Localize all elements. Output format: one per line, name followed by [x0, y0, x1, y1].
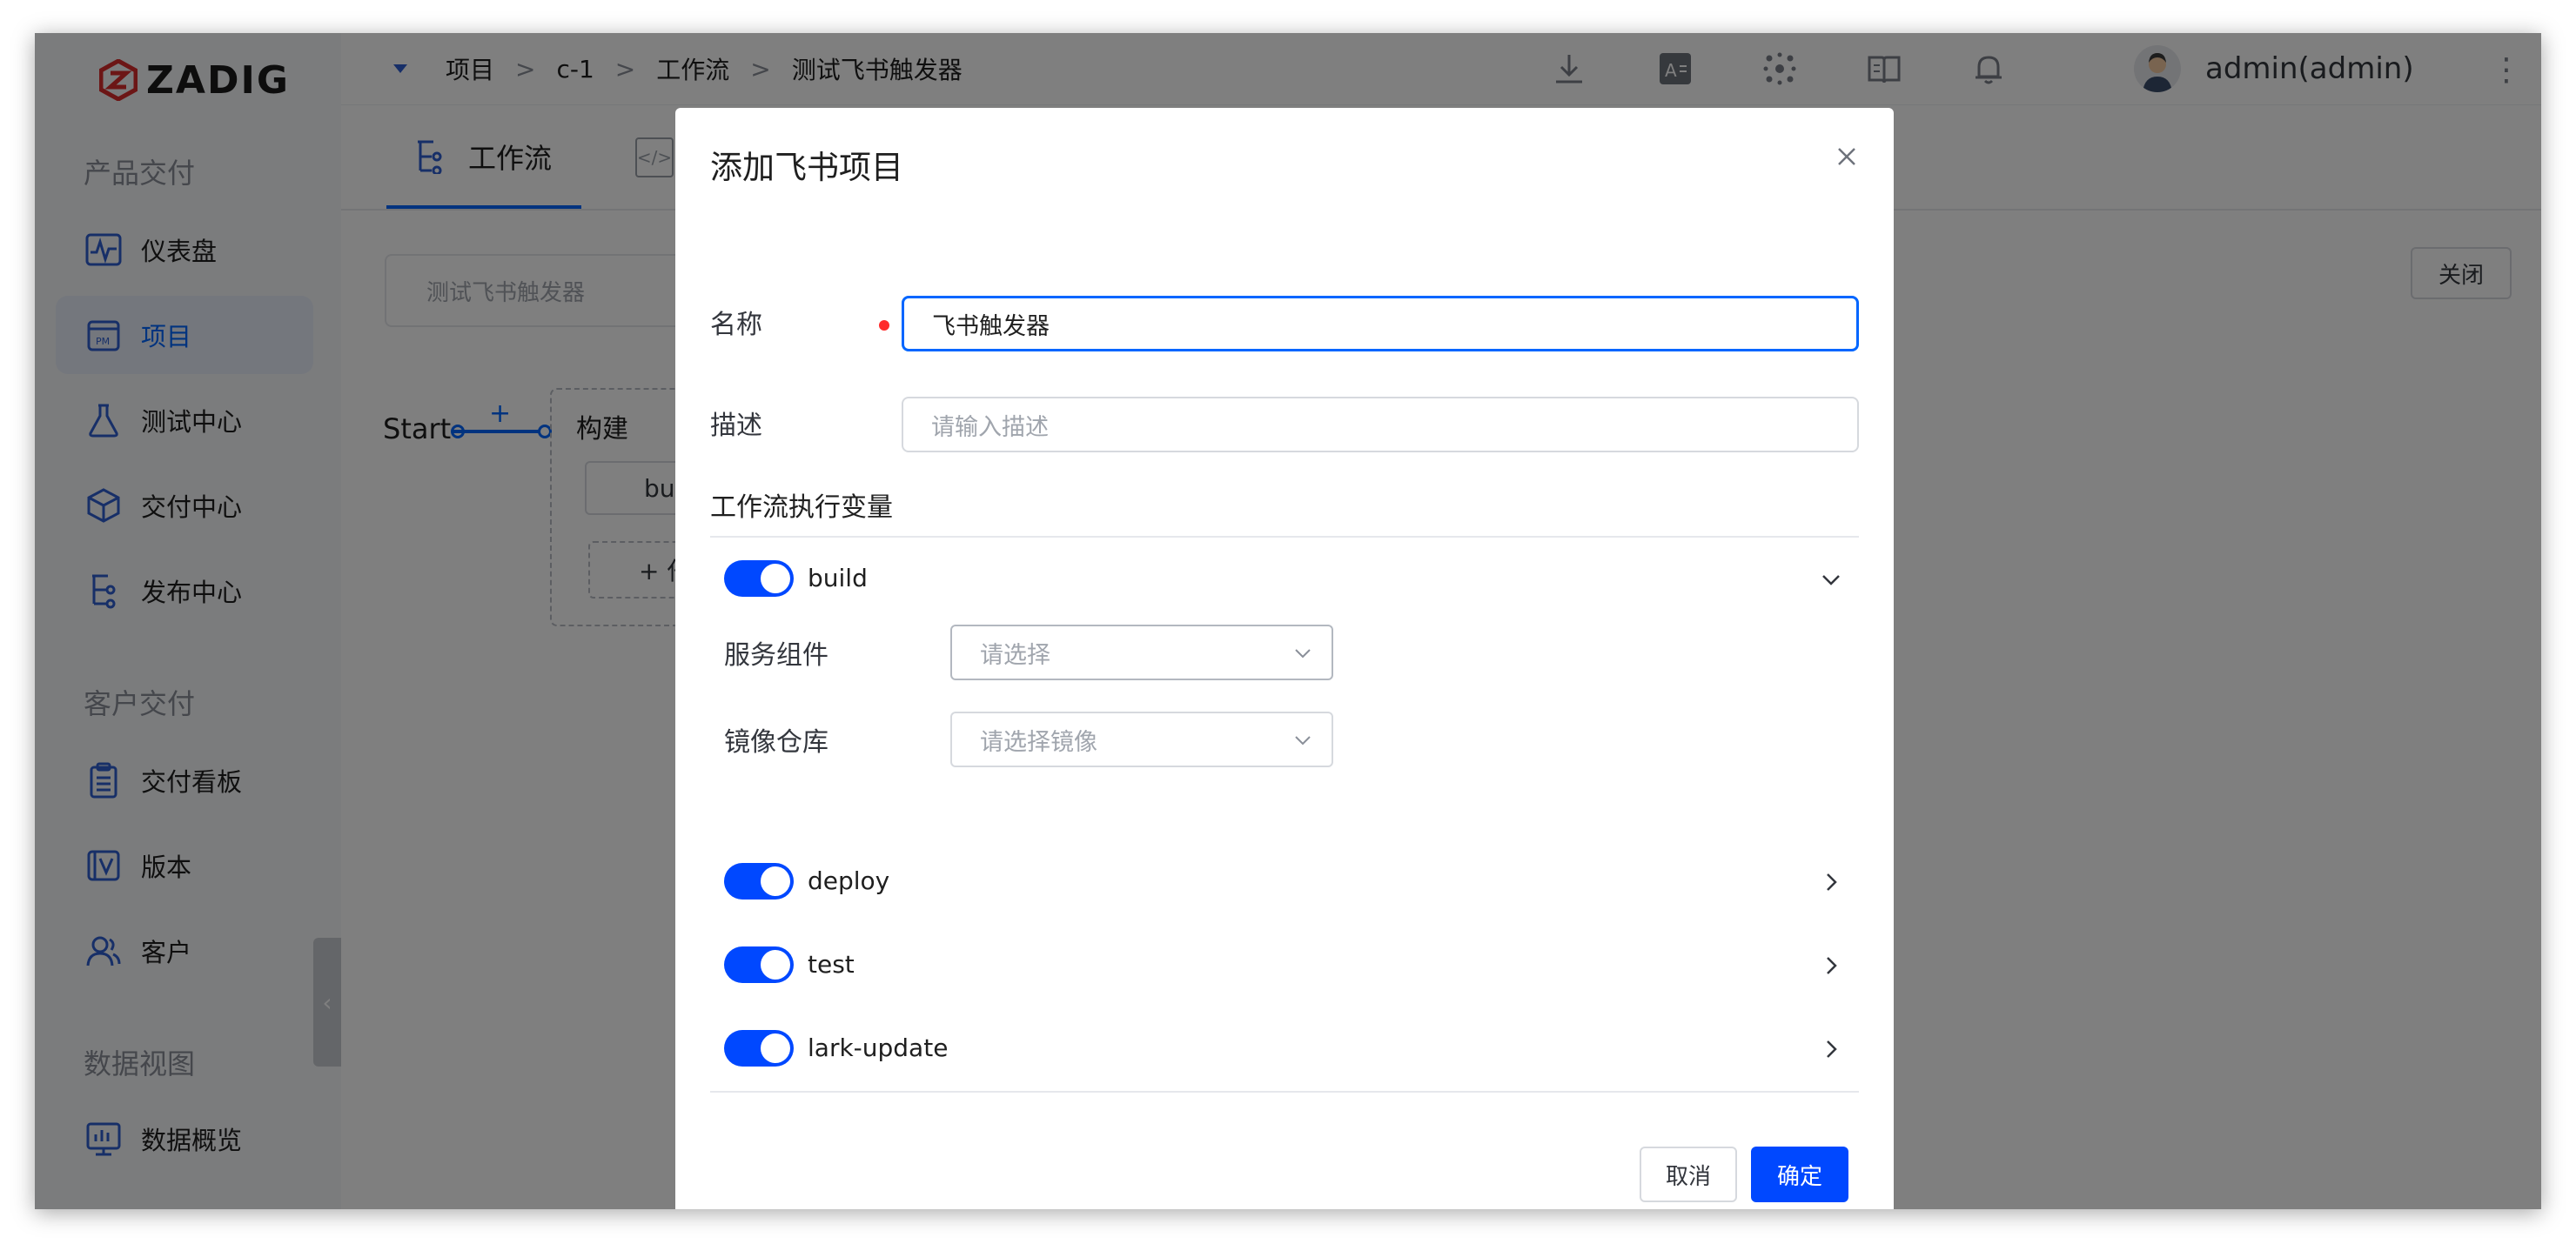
variable-name: lark-update	[808, 1033, 949, 1062]
test-toggle[interactable]	[724, 946, 794, 983]
confirm-button[interactable]: 确定	[1751, 1147, 1848, 1202]
description-label: 描述	[710, 411, 762, 441]
build-toggle[interactable]	[724, 560, 794, 597]
required-indicator	[879, 320, 889, 331]
divider	[710, 536, 1859, 538]
chevron-right-icon[interactable]	[1821, 1039, 1841, 1060]
dialog-title: 添加飞书项目	[710, 149, 903, 186]
divider	[710, 1091, 1859, 1093]
add-lark-project-dialog: 添加飞书项目 名称 飞书触发器 描述 请输入描述 工作流执行变量 build 服…	[675, 108, 1894, 1209]
chevron-down-icon	[1295, 736, 1311, 746]
lark-update-toggle[interactable]	[724, 1030, 794, 1067]
select-placeholder: 请选择镜像	[980, 728, 1097, 756]
select-placeholder: 请选择	[980, 641, 1050, 669]
description-input[interactable]: 请输入描述	[902, 397, 1859, 452]
name-label: 名称	[710, 310, 762, 340]
image-registry-select[interactable]: 请选择镜像	[950, 712, 1333, 767]
variable-name: test	[808, 950, 855, 979]
service-component-label: 服务组件	[724, 640, 828, 671]
close-icon[interactable]	[1831, 141, 1862, 172]
app-window: ZADIG 产品交付 仪表盘 PM 项目 测试中心 交付中心 发布中心 客户交付…	[35, 33, 2541, 1209]
chevron-right-icon[interactable]	[1821, 955, 1841, 976]
variable-name: deploy	[808, 866, 890, 895]
chevron-down-icon[interactable]	[1821, 569, 1841, 590]
deploy-toggle[interactable]	[724, 863, 794, 900]
toggle-knob	[761, 564, 790, 593]
chevron-down-icon	[1295, 649, 1311, 659]
toggle-knob	[761, 866, 790, 896]
workflow-variables-title: 工作流执行变量	[710, 492, 893, 523]
chevron-right-icon[interactable]	[1821, 872, 1841, 893]
variable-name: build	[808, 564, 868, 592]
name-input[interactable]: 飞书触发器	[902, 296, 1859, 351]
toggle-knob	[761, 950, 790, 980]
service-component-select[interactable]: 请选择	[950, 625, 1333, 680]
image-registry-label: 镜像仓库	[724, 727, 828, 758]
cancel-button[interactable]: 取消	[1640, 1147, 1737, 1202]
toggle-knob	[761, 1033, 790, 1063]
